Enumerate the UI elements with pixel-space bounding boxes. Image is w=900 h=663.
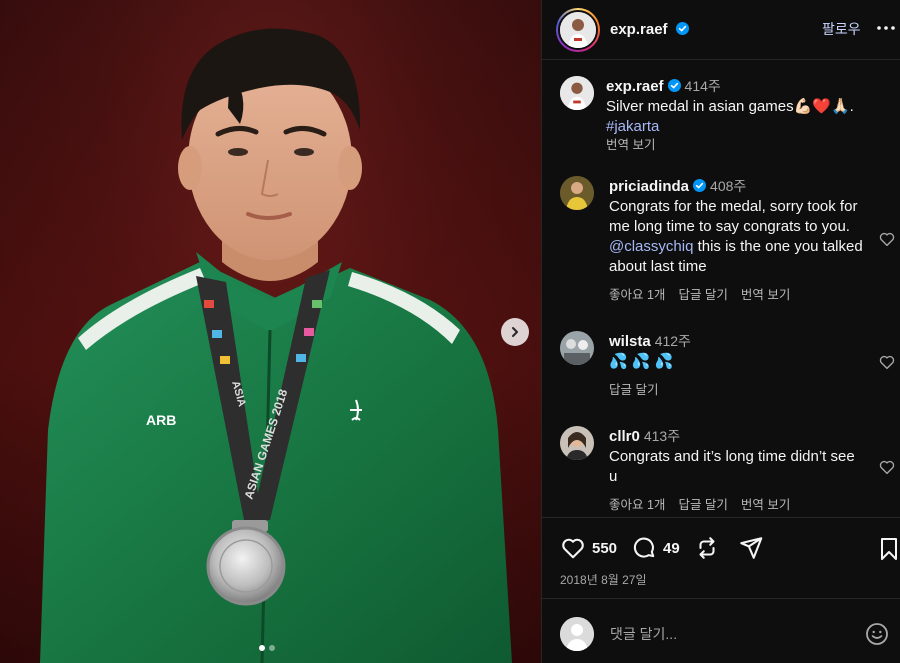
reply-button[interactable]: 답글 달기 (609, 380, 658, 400)
comment-likes-count[interactable]: 좋아요 1개 (609, 285, 665, 305)
comment-time[interactable]: 413주 (644, 428, 680, 444)
chevron-right-icon (512, 327, 518, 337)
caption-text: Silver medal in asian games (606, 98, 794, 115)
post-side-panel: exp.raef 팔로우 exp.raef 414주 Silver medal … (541, 0, 900, 663)
comment-text: 💦 💦 💦 (609, 353, 674, 370)
post-media[interactable]: ASIA ASIAN GAMES 2018 ARB (0, 0, 541, 663)
follow-button[interactable]: 팔로우 (822, 19, 861, 39)
post-header: exp.raef 팔로우 (542, 0, 900, 60)
current-user-avatar (560, 617, 594, 651)
translate-button[interactable]: 번역 보기 (741, 285, 790, 305)
avatar-image (560, 331, 594, 365)
comment-username[interactable]: cllr0 (609, 428, 640, 445)
caption-avatar[interactable] (560, 76, 594, 110)
more-options-icon[interactable] (876, 18, 896, 38)
reply-button[interactable]: 답글 달기 (678, 495, 727, 515)
caption-emojis: 💪🏻❤️🙏🏻. (793, 98, 854, 115)
post-footer: 550 49 2018년 8월 27일 댓글 달기... (542, 517, 900, 663)
comment-time[interactable]: 412주 (655, 333, 691, 349)
avatar-image (560, 176, 594, 210)
instagram-post-modal: ASIA ASIAN GAMES 2018 ARB exp.raef 팔로우 e… (0, 0, 900, 663)
next-slide-button[interactable] (501, 318, 529, 346)
caption: exp.raef 414주 Silver medal in asian games… (560, 76, 890, 156)
emoji-icon[interactable] (865, 622, 889, 646)
share-button[interactable] (738, 535, 764, 561)
verified-badge-icon (675, 22, 689, 35)
slide-dot-1 (259, 645, 265, 651)
repost-button[interactable] (694, 535, 720, 561)
commenter-avatar[interactable] (560, 331, 594, 365)
avatar-image (560, 76, 594, 110)
caption-time[interactable]: 414주 (685, 78, 721, 94)
paper-plane-icon (739, 537, 763, 559)
comment-composer (542, 598, 900, 663)
avatar-image (560, 426, 594, 460)
author-avatar[interactable] (556, 7, 600, 52)
post-date[interactable]: 2018년 8월 27일 (560, 571, 647, 588)
like-button[interactable] (560, 535, 586, 561)
comment-item: priciadinda 408주 Congrats for the medal, … (560, 176, 895, 316)
mention-link[interactable]: @classychiq (609, 238, 693, 255)
comment-text: Congrats and it’s long time didn’t see u (609, 448, 855, 485)
comment-time[interactable]: 408주 (710, 178, 746, 194)
comment-like-heart-icon[interactable] (878, 458, 896, 476)
avatar-image (560, 11, 596, 48)
comment-username[interactable]: priciadinda (609, 178, 689, 195)
post-photo: ASIA ASIAN GAMES 2018 ARB (40, 28, 512, 663)
comment-text: Congrats for the medal, sorry took for m… (609, 198, 858, 235)
comments-scroll-area[interactable]: exp.raef 414주 Silver medal in asian games… (542, 60, 900, 517)
comment-username[interactable]: wilsta (609, 333, 651, 350)
heart-icon (562, 538, 584, 559)
hashtag-link[interactable]: #jakarta (606, 118, 659, 135)
reply-button[interactable]: 답글 달기 (678, 285, 727, 305)
caption-translate-button[interactable]: 번역 보기 (606, 138, 655, 152)
comment-input[interactable] (610, 621, 850, 647)
author-username[interactable]: exp.raef (610, 21, 689, 38)
verified-badge-icon (693, 179, 707, 192)
default-avatar-icon (560, 617, 594, 651)
comment-button[interactable] (631, 535, 657, 561)
slide-dot-2 (269, 645, 275, 651)
comment-item: cllr0 413주 Congrats and it’s long time di… (560, 426, 895, 517)
bookmark-icon[interactable] (877, 536, 900, 562)
comment-count[interactable]: 49 (663, 540, 680, 557)
comment-like-heart-icon[interactable] (878, 353, 896, 371)
action-bar: 550 49 (560, 533, 764, 563)
verified-badge-icon (667, 79, 681, 92)
repost-icon (699, 537, 715, 559)
comment-item: wilsta 412주 💦 💦 💦 답글 달기 (560, 331, 895, 401)
caption-username[interactable]: exp.raef (606, 78, 664, 95)
comment-likes-count[interactable]: 좋아요 1개 (609, 495, 665, 515)
slide-indicator (259, 645, 275, 651)
commenter-avatar[interactable] (560, 176, 594, 210)
author-username-text[interactable]: exp.raef (610, 21, 668, 38)
speech-bubble-icon (633, 537, 655, 558)
translate-button[interactable]: 번역 보기 (741, 495, 790, 515)
like-count[interactable]: 550 (592, 540, 617, 557)
comment-like-heart-icon[interactable] (878, 230, 896, 248)
commenter-avatar[interactable] (560, 426, 594, 460)
jacket-logo: ARB (146, 412, 176, 428)
